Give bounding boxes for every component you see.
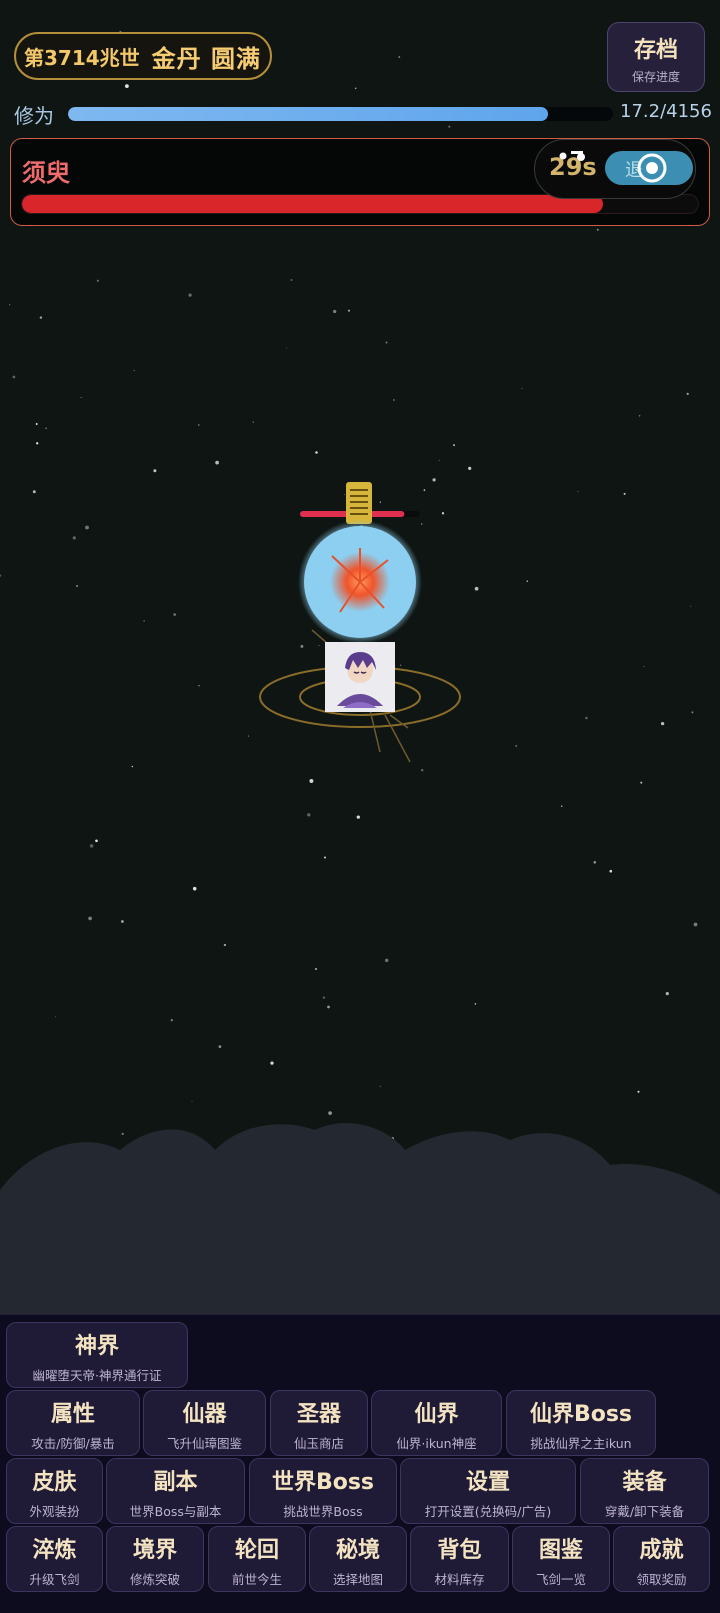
realm-button[interactable]: 境界 修炼突破 [106, 1526, 204, 1592]
button-subtitle: 挑战世界Boss [283, 1504, 363, 1519]
settings-button[interactable]: 设置 打开设置(兑换码/广告) [400, 1458, 576, 1524]
button-title: 设置 [465, 1470, 510, 1495]
dungeon-button[interactable]: 副本 世界Boss与副本 [106, 1458, 245, 1524]
button-subtitle: 前世今生 [231, 1572, 282, 1587]
button-subtitle: 仙玉商店 [293, 1436, 344, 1451]
button-title: 仙器 [182, 1402, 227, 1427]
holy-artifact-button[interactable]: 圣器 仙玉商店 [270, 1390, 368, 1456]
hero-sprite-icon [325, 642, 395, 712]
secret-realm-button[interactable]: 秘境 选择地图 [309, 1526, 407, 1592]
button-title: 背包 [437, 1538, 482, 1563]
backpack-button[interactable]: 背包 材料库存 [410, 1526, 509, 1592]
button-title: 图鉴 [538, 1538, 583, 1563]
button-subtitle: 选择地图 [332, 1572, 383, 1587]
world-boss-button[interactable]: 世界Boss 挑战世界Boss [249, 1458, 397, 1524]
button-title: 境界 [132, 1538, 177, 1563]
button-subtitle: 世界Boss与副本 [129, 1504, 222, 1519]
button-subtitle: 仙界·ikun神座 [396, 1436, 477, 1451]
reincarnation-button[interactable]: 轮回 前世今生 [208, 1526, 306, 1592]
immortal-realm-button[interactable]: 仙界 仙界·ikun神座 [371, 1390, 502, 1456]
immortal-boss-button[interactable]: 仙界Boss 挑战仙界之主ikun [506, 1390, 656, 1456]
codex-button[interactable]: 图鉴 飞剑一览 [512, 1526, 610, 1592]
button-subtitle: 飞升仙璋图鉴 [166, 1436, 242, 1451]
button-subtitle: 修炼突破 [129, 1572, 180, 1587]
button-title: 装备 [622, 1470, 667, 1495]
button-title: 淬炼 [32, 1538, 77, 1563]
shenjie-button[interactable]: 神界 幽曜堕天帝·神界通行证 [6, 1322, 188, 1388]
button-title: 圣器 [296, 1402, 341, 1427]
golden-talisman-icon [346, 482, 372, 524]
button-title: 副本 [153, 1470, 198, 1495]
shenjie-subtitle: 幽曜堕天帝·神界通行证 [32, 1368, 162, 1383]
button-title: 成就 [639, 1538, 684, 1563]
button-subtitle: 领取奖励 [636, 1572, 687, 1587]
button-title: 秘境 [335, 1538, 380, 1563]
button-subtitle: 穿戴/卸下装备 [604, 1504, 685, 1519]
button-title: 仙界 [414, 1402, 459, 1427]
attributes-button[interactable]: 属性 攻击/防御/暴击 [6, 1390, 140, 1456]
skin-button[interactable]: 皮肤 外观装扮 [6, 1458, 103, 1524]
button-subtitle: 材料库存 [434, 1572, 485, 1587]
button-subtitle: 攻击/防御/暴击 [31, 1436, 115, 1451]
button-title: 皮肤 [32, 1470, 77, 1495]
button-subtitle: 外观装扮 [29, 1504, 80, 1519]
shenjie-title: 神界 [74, 1334, 119, 1359]
button-title: 属性 [50, 1402, 95, 1427]
button-subtitle: 挑战仙界之主ikun [530, 1436, 632, 1451]
button-title: 世界Boss [271, 1470, 375, 1495]
hero-avatar [325, 642, 395, 712]
button-title: 仙界Boss [529, 1402, 633, 1427]
achievement-button[interactable]: 成就 领取奖励 [613, 1526, 710, 1592]
button-subtitle: 飞剑一览 [535, 1572, 586, 1587]
button-title: 轮回 [234, 1538, 279, 1563]
equipment-button[interactable]: 装备 穿戴/卸下装备 [580, 1458, 709, 1524]
immortal-artifact-button[interactable]: 仙器 飞升仙璋图鉴 [143, 1390, 266, 1456]
button-subtitle: 升级飞剑 [29, 1572, 80, 1587]
button-subtitle: 打开设置(兑换码/广告) [424, 1504, 552, 1519]
refine-button[interactable]: 淬炼 升级飞剑 [6, 1526, 103, 1592]
